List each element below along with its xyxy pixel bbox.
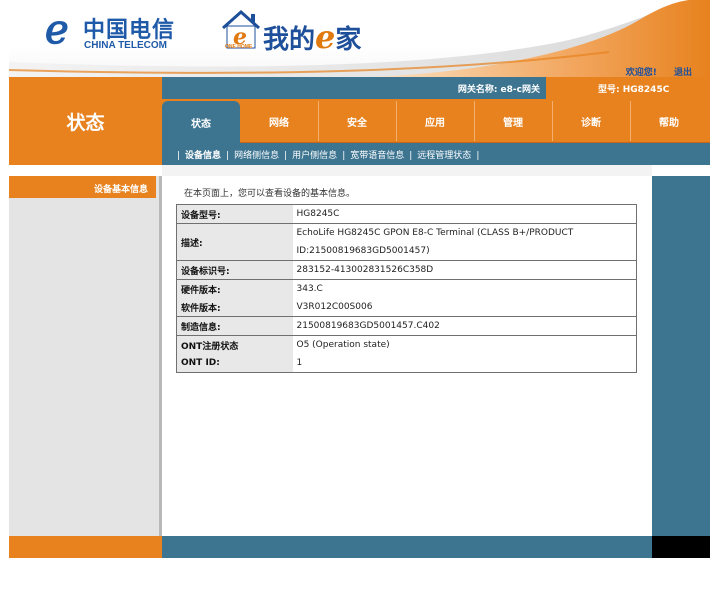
main-content: 在本页面上，您可以查看设备的基本信息。 设备型号: HG8245C 描述: Ec… bbox=[162, 165, 652, 536]
tab-security[interactable]: 安全 bbox=[318, 99, 396, 143]
subnav-device-info[interactable]: 设备信息 bbox=[185, 151, 221, 161]
brand-prefix: 我的 bbox=[263, 25, 316, 55]
logout-link[interactable]: 退出 bbox=[674, 68, 692, 77]
subnav-separator: | bbox=[177, 151, 181, 161]
table-row: 制造信息: 21500819683GD5001457.C402 bbox=[176, 316, 637, 336]
gateway-name: 网关名称: e8-c网关 bbox=[457, 85, 540, 95]
brand-e: e bbox=[315, 18, 336, 56]
subnav-remote-mgmt[interactable]: 远程管理状态 bbox=[417, 151, 471, 161]
row-label: 制造信息: bbox=[176, 316, 293, 336]
tab-help[interactable]: 帮助 bbox=[630, 99, 708, 143]
table-row: 设备标识号: 283152-413002831526C358D bbox=[176, 260, 637, 280]
subnav-user-info[interactable]: 用户侧信息 bbox=[292, 151, 337, 161]
gateway-info-bar: 网关名称: e8-c网关 型号: HG8245C bbox=[162, 77, 710, 99]
sidebar-spacer bbox=[9, 165, 162, 176]
logo-en-text: CHINA TELECOM bbox=[84, 40, 167, 51]
footer-middle bbox=[162, 536, 652, 558]
table-row: ONT注册状态 O5 (Operation state) bbox=[176, 335, 637, 354]
row-value: HG8245C bbox=[292, 204, 637, 224]
tab-management[interactable]: 管理 bbox=[474, 99, 552, 143]
welcome-link[interactable]: 欢迎您! bbox=[626, 68, 657, 77]
subnav-voice-info[interactable]: 宽带语音信息 bbox=[350, 151, 404, 161]
house-label: ONE HOME bbox=[225, 44, 253, 50]
header-banner: ℯ 中国电信 CHINA TELECOM e ONE HOME 我的e家 欢迎您… bbox=[9, 0, 710, 77]
subnav-separator: | bbox=[226, 151, 230, 161]
row-value: 1 bbox=[296, 358, 303, 368]
row-value: V3R012C00S006 bbox=[292, 298, 637, 317]
row-label: 设备标识号: bbox=[176, 260, 293, 280]
model-badge: 型号: HG8245C bbox=[546, 77, 710, 99]
brand-suffix: 家 bbox=[335, 25, 362, 55]
telecom-e-icon: ℯ bbox=[45, 6, 69, 53]
row-label: 硬件版本: bbox=[176, 279, 293, 298]
row-value: 343.C bbox=[296, 284, 323, 294]
content-topline bbox=[162, 165, 652, 176]
row-value: 21500819683GD5001457.C402 bbox=[292, 316, 637, 336]
row-label: 软件版本: bbox=[176, 298, 293, 317]
subnav-separator: | bbox=[409, 151, 413, 161]
right-sidebar bbox=[652, 176, 710, 536]
my-e-home-logo: e ONE HOME 我的e家 bbox=[219, 8, 399, 56]
device-info-table: 设备型号: HG8245C 描述: EchoLife HG8245C GPON … bbox=[176, 204, 637, 373]
table-row: 设备型号: HG8245C bbox=[176, 204, 637, 224]
section-title: 状态 bbox=[9, 77, 162, 165]
tab-status[interactable]: 状态 bbox=[162, 101, 240, 143]
row-value: EchoLife HG8245C GPON E8-C Terminal (CLA… bbox=[292, 223, 637, 261]
subnav-separator: | bbox=[284, 151, 288, 161]
row-label: ONT注册状态 bbox=[176, 335, 293, 354]
china-telecom-logo: ℯ 中国电信 CHINA TELECOM bbox=[45, 10, 185, 54]
subnav-separator: | bbox=[476, 151, 480, 161]
subnav-separator: | bbox=[342, 151, 346, 161]
subnav-network-info[interactable]: 网络侧信息 bbox=[234, 151, 279, 161]
footer-left bbox=[9, 536, 162, 558]
brand-text: 我的e家 bbox=[263, 18, 361, 56]
table-row: ONT ID: 1 bbox=[176, 354, 637, 373]
intro-text: 在本页面上，您可以查看设备的基本信息。 bbox=[184, 189, 356, 199]
main-tabs: 状态 网络 安全 应用 管理 诊断 帮助 bbox=[162, 99, 710, 143]
user-links: 欢迎您! 退出 bbox=[612, 65, 692, 77]
row-value: 283152-413002831526C358D bbox=[292, 260, 637, 280]
row-label: 设备型号: bbox=[176, 204, 293, 224]
tab-diagnosis[interactable]: 诊断 bbox=[552, 99, 630, 143]
tab-application[interactable]: 应用 bbox=[396, 99, 474, 143]
sub-navigation: | 设备信息 | 网络侧信息 | 用户侧信息 | 宽带语音信息 | 远程管理状态 | bbox=[162, 143, 710, 165]
tab-network[interactable]: 网络 bbox=[240, 99, 318, 143]
row-value: O5 (Operation state) bbox=[296, 340, 390, 350]
row-label: 描述: bbox=[176, 223, 293, 261]
sidebar-item-device-basic-info[interactable]: 设备基本信息 bbox=[9, 176, 156, 198]
table-row: 软件版本: V3R012C00S006 bbox=[176, 298, 637, 317]
table-row: 描述: EchoLife HG8245C GPON E8-C Terminal … bbox=[176, 223, 637, 261]
row-label: ONT ID: bbox=[176, 354, 293, 373]
left-sidebar: 设备基本信息 bbox=[9, 165, 162, 536]
table-row: 硬件版本: 343.C bbox=[176, 279, 637, 298]
footer-right bbox=[652, 536, 710, 558]
